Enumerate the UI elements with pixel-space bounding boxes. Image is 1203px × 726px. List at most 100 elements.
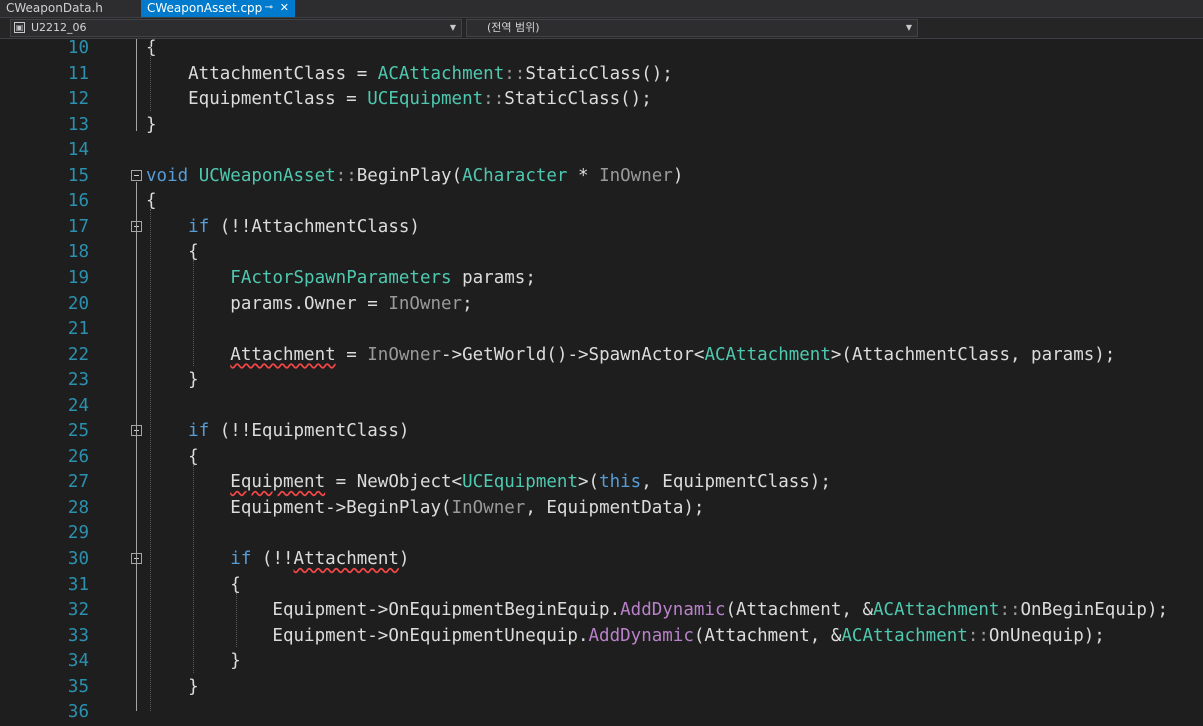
code-token: (!!EquipmentClass) (209, 421, 410, 442)
code-line[interactable]: 35 } (0, 675, 1203, 701)
code-line[interactable]: 13} (0, 113, 1203, 139)
line-number: 30 (67, 549, 89, 569)
code-token: Equipment->OnEquipmentBeginEquip. (146, 600, 621, 621)
line-number: 19 (67, 267, 89, 288)
code-line[interactable]: 15 void UCWeaponAsset::BeginPlay(ACharact… (0, 164, 1203, 190)
code-token: BeginPlay( (356, 165, 463, 186)
code-line[interactable]: 21 (0, 317, 1203, 343)
outline-bracket (136, 565, 137, 664)
outline-bracket (136, 232, 137, 383)
code-line[interactable]: 16 { (0, 189, 1203, 215)
code-line[interactable]: 23 } (0, 368, 1203, 394)
code-token: ; (462, 293, 473, 314)
code-line[interactable]: 20 params.Owner = InOwner; (0, 292, 1203, 318)
code-token: ) (672, 165, 684, 186)
project-dropdown-value: U2212_06 (31, 21, 87, 34)
code-token: ) (398, 549, 410, 569)
line-number: 13 (67, 114, 89, 135)
code-token: :: (483, 89, 505, 110)
code-line[interactable]: 11 AttachmentClass = ACAttachment::Stati… (0, 62, 1203, 88)
code-token: UCEquipment (462, 472, 578, 493)
code-line[interactable]: 28 Equipment->BeginPlay(InOwner, Equipme… (0, 496, 1203, 522)
code-token: } (146, 114, 157, 135)
line-number: 25 (67, 421, 89, 442)
code-text: if (!!EquipmentClass) (146, 419, 409, 444)
code-line[interactable]: 24 (0, 394, 1203, 420)
code-token: { (146, 446, 199, 467)
line-number: 23 (67, 370, 89, 391)
project-dropdown[interactable]: ▣ U2212_06 ▼ (10, 19, 462, 37)
code-token: >(AttachmentClass, params); (830, 344, 1116, 365)
code-line[interactable]: 22 Attachment = InOwner->GetWorld()->Spa… (0, 343, 1203, 369)
line-number: 26 (67, 446, 89, 467)
code-line[interactable]: 29 (0, 521, 1203, 547)
chevron-down-icon: ▼ (905, 23, 912, 32)
code-text: } (146, 675, 199, 700)
indent-guide (150, 43, 151, 111)
line-number: 32 (67, 600, 89, 621)
tab-cweaponasset-cpp[interactable]: CWeaponAsset.cpp ⊸ ✕ (141, 0, 295, 17)
code-line[interactable]: 33 Equipment->OnEquipmentUnequip.AddDyna… (0, 624, 1203, 650)
scope-dropdown[interactable]: (전역 범위) ▼ (466, 19, 918, 37)
line-number: 16 (67, 191, 89, 212)
line-number: 36 (67, 702, 89, 723)
code-line[interactable]: 14 (0, 138, 1203, 164)
code-token: , EquipmentData); (525, 497, 705, 518)
tab-cweapondata-h[interactable]: CWeaponData.h (0, 0, 140, 17)
line-number: 22 (67, 344, 89, 365)
pin-icon[interactable]: ⊸ (265, 0, 273, 16)
indent-guide (236, 592, 237, 648)
scope-dropdown-value: (전역 범위) (487, 21, 540, 34)
code-line[interactable]: 34 } (0, 649, 1203, 675)
code-token: if (188, 421, 210, 442)
code-text: } (146, 368, 199, 393)
code-token: UCEquipment (367, 89, 484, 110)
code-line[interactable]: 27 Equipment = NewObject<UCEquipment>(th… (0, 470, 1203, 496)
code-line[interactable]: 30 if (!!Attachment) (0, 547, 1203, 573)
collapse-toggle-icon[interactable] (131, 169, 142, 181)
code-token: * (567, 165, 600, 186)
code-token: FActorSpawnParameters (230, 267, 452, 288)
code-text: Equipment = NewObject<UCEquipment>(this,… (146, 470, 831, 495)
line-number: 11 (67, 63, 89, 84)
code-editor[interactable]: 10{11 AttachmentClass = ACAttachment::St… (0, 36, 1203, 722)
code-text: params.Owner = InOwner; (146, 292, 473, 317)
code-line[interactable]: 25 if (!!EquipmentClass) (0, 419, 1203, 445)
code-token: params.Owner = (146, 293, 389, 314)
code-line[interactable]: 17 if (!!AttachmentClass) (0, 215, 1203, 241)
code-token: ACharacter (462, 165, 568, 186)
code-line[interactable]: 31 { (0, 573, 1203, 599)
code-text: EquipmentClass = UCEquipment::StaticClas… (146, 87, 652, 112)
code-line[interactable]: 12 EquipmentClass = UCEquipment::StaticC… (0, 87, 1203, 113)
code-token: } (146, 676, 199, 697)
code-token: { (146, 242, 199, 263)
code-line[interactable]: 36 (0, 700, 1203, 726)
code-line[interactable]: 18 { (0, 240, 1203, 266)
code-token: , EquipmentClass); (641, 472, 831, 493)
code-token: EquipmentClass = (146, 89, 368, 110)
code-token: (Attachment, & (725, 600, 873, 621)
line-number: 27 (67, 472, 89, 493)
code-token: InOwner (599, 165, 673, 186)
code-line[interactable]: 10 { (0, 36, 1203, 62)
code-token: } (146, 370, 199, 391)
line-number: 10 (67, 38, 89, 58)
tab-label: CWeaponAsset.cpp (147, 1, 263, 15)
code-line[interactable]: 19 FActorSpawnParameters params; (0, 266, 1203, 292)
code-token: (!! (251, 549, 294, 569)
line-number: 20 (67, 293, 89, 314)
outline-bracket (136, 39, 137, 131)
code-text: Equipment->OnEquipmentBeginEquip.AddDyna… (146, 598, 1168, 623)
close-icon[interactable]: ✕ (280, 0, 289, 16)
code-token: :: (335, 165, 357, 186)
code-text: if (!!AttachmentClass) (146, 215, 420, 240)
code-token: ACAttachment (873, 600, 1000, 621)
code-line[interactable]: 26 { (0, 445, 1203, 471)
line-number: 29 (67, 523, 89, 544)
code-line[interactable]: 32 Equipment->OnEquipmentBeginEquip.AddD… (0, 598, 1203, 624)
code-token: :: (504, 63, 526, 84)
code-token: AttachmentClass = (146, 63, 378, 84)
